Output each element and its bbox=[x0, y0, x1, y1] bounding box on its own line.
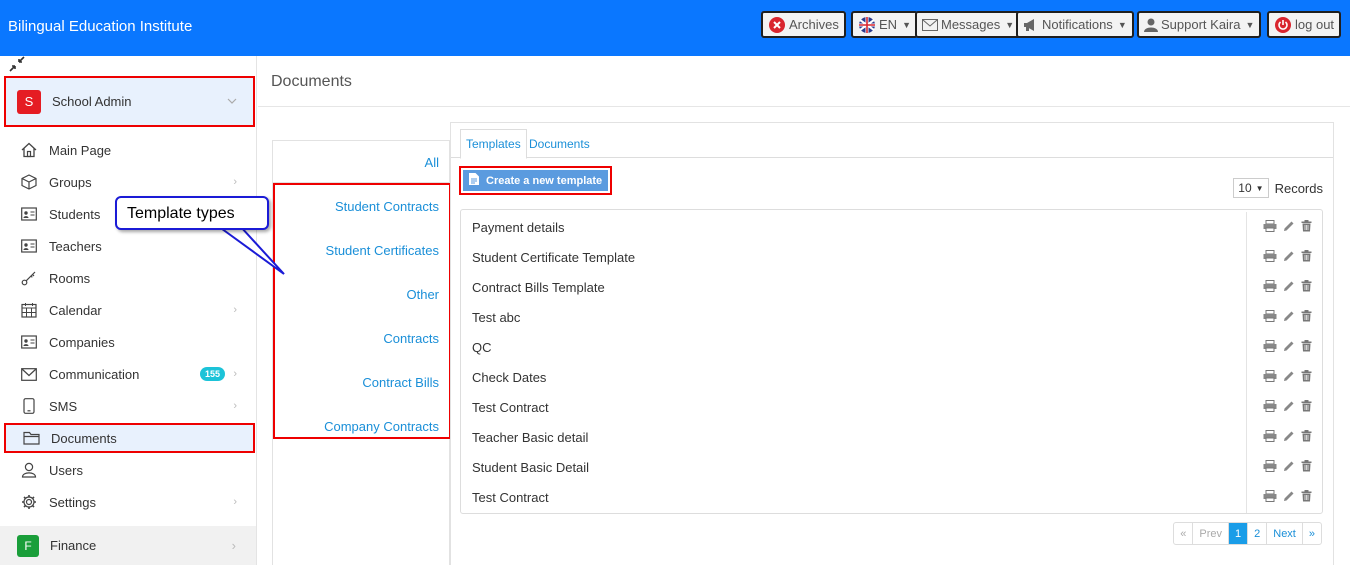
callout-pointer bbox=[214, 225, 285, 275]
template-types-callout: Template types bbox=[115, 196, 269, 230]
callout-text: Template types bbox=[127, 205, 235, 222]
